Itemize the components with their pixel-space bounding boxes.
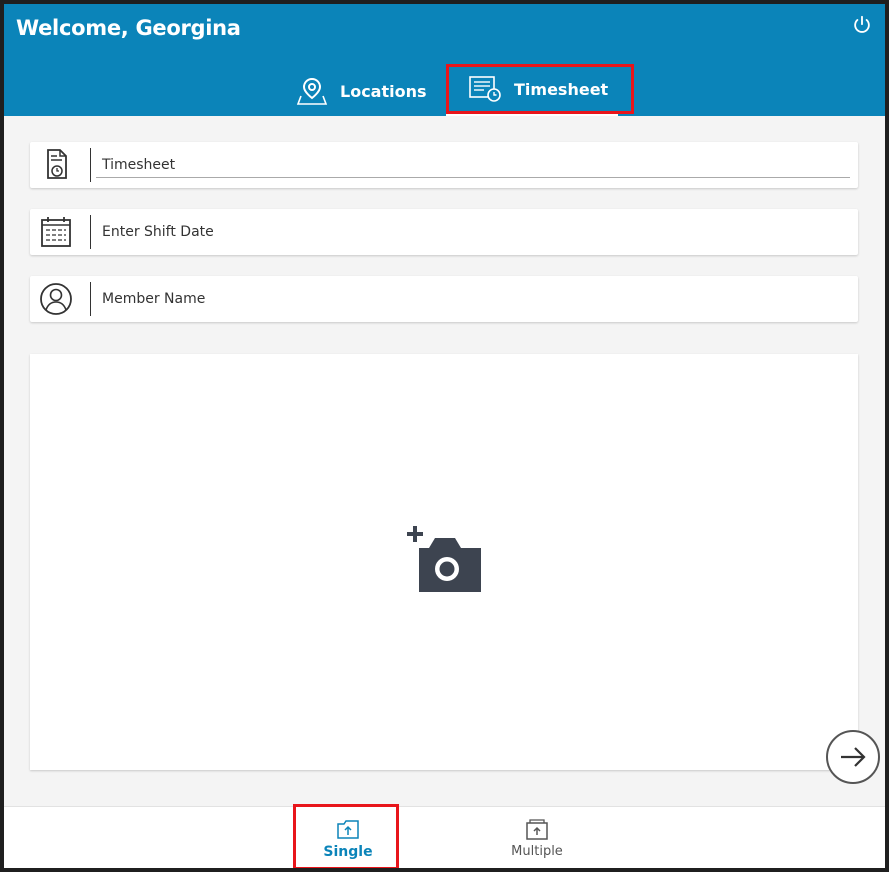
photo-area[interactable]: [30, 354, 858, 770]
multiple-upload-icon: [526, 819, 548, 840]
arrow-right-icon: [841, 747, 866, 767]
field-separator: [90, 215, 91, 249]
user-circle-icon: [40, 283, 72, 315]
field-separator: [90, 282, 91, 316]
shift-date-field[interactable]: Enter Shift Date: [30, 209, 858, 255]
shift-date-placeholder: Enter Shift Date: [102, 224, 214, 240]
member-name-field[interactable]: Member Name: [30, 276, 858, 322]
add-photo-icon[interactable]: [403, 524, 483, 596]
tab-locations[interactable]: Locations: [296, 70, 427, 112]
tab-multiple[interactable]: Multiple: [487, 817, 587, 859]
calendar-icon: [41, 217, 71, 247]
field-separator: [90, 148, 91, 182]
tab-multiple-label: Multiple: [511, 844, 563, 859]
power-icon[interactable]: [851, 14, 873, 36]
welcome-title: Welcome, Georgina: [16, 16, 241, 40]
document-clock-icon: [47, 149, 67, 179]
tab-locations-label: Locations: [340, 81, 427, 101]
header-bar: Welcome, Georgina Locations Timesheet: [4, 4, 885, 116]
bottom-tab-bar: Single Multiple: [4, 806, 885, 868]
app-window: Welcome, Georgina Locations Timesheet Ti…: [4, 4, 885, 868]
timesheet-icon: [469, 76, 501, 102]
tab-single-label: Single: [323, 844, 373, 860]
map-pin-icon: [296, 77, 328, 105]
tab-timesheet[interactable]: Timesheet: [446, 66, 618, 116]
field-underline: [96, 177, 850, 178]
tab-timesheet-label: Timesheet: [514, 79, 609, 99]
tab-single[interactable]: Single: [298, 817, 398, 860]
member-name-placeholder: Member Name: [102, 291, 206, 307]
timesheet-field[interactable]: Timesheet: [30, 142, 858, 188]
single-upload-icon: [337, 820, 359, 839]
timesheet-placeholder: Timesheet: [102, 157, 176, 173]
next-button[interactable]: [826, 730, 880, 784]
